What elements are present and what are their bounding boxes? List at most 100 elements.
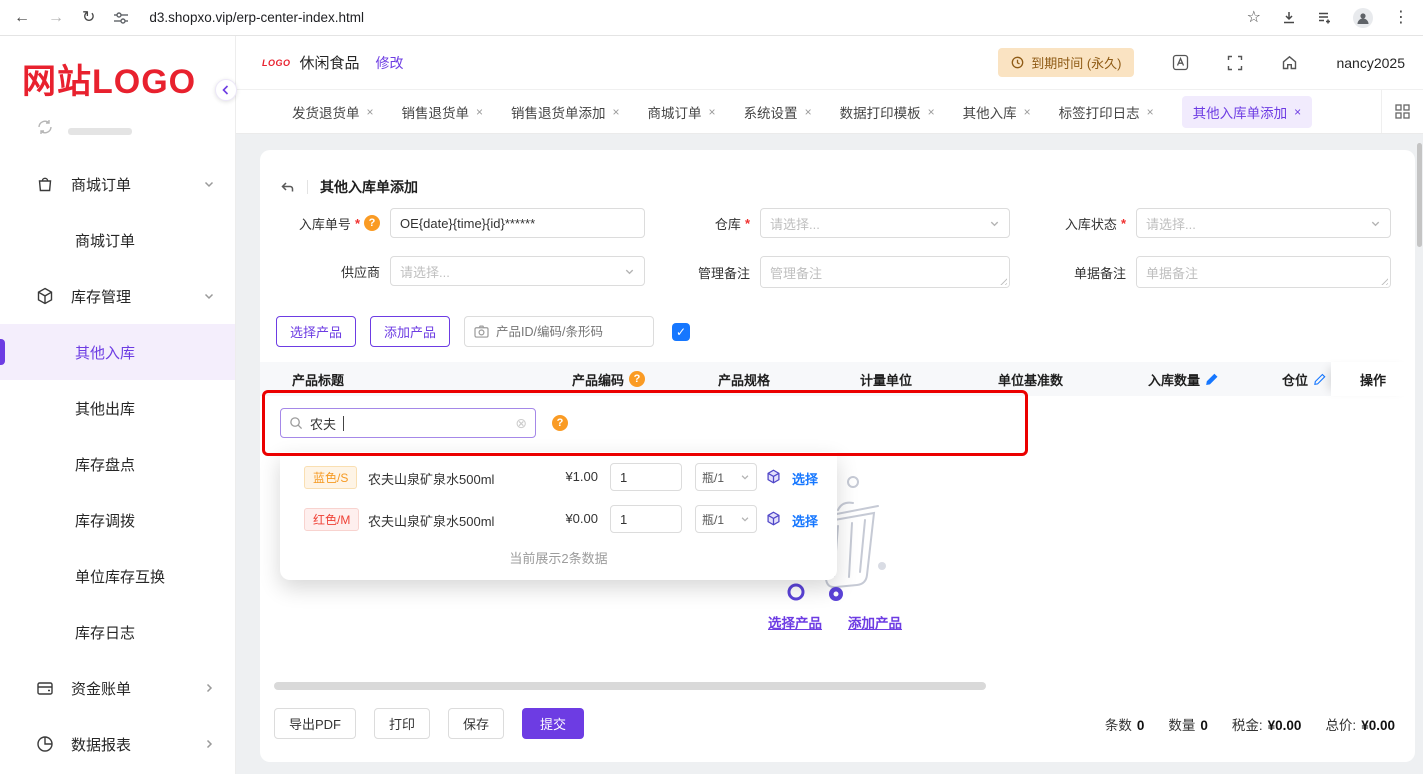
tab-close-icon[interactable]: × bbox=[476, 105, 483, 119]
username[interactable]: nancy2025 bbox=[1336, 55, 1405, 71]
submit-button[interactable]: 提交 bbox=[522, 708, 585, 739]
sidebar-item-stock-log[interactable]: 库存日志 bbox=[0, 604, 235, 660]
tab-item[interactable]: 销售退货单添加 × bbox=[511, 102, 620, 122]
empty-select-product-link[interactable]: 选择产品 bbox=[768, 612, 822, 632]
site-info-icon[interactable] bbox=[113, 10, 129, 26]
product-search-input[interactable]: 农夫 ⊗ bbox=[280, 408, 536, 438]
store-edit-link[interactable]: 修改 bbox=[376, 53, 404, 73]
quantity-input[interactable] bbox=[610, 463, 682, 491]
empty-add-product-link[interactable]: 添加产品 bbox=[848, 612, 902, 632]
divider bbox=[307, 180, 308, 194]
vertical-scrollbar[interactable] bbox=[1417, 143, 1422, 247]
select-product-button[interactable]: 选择产品 bbox=[276, 316, 357, 347]
home-icon[interactable] bbox=[1281, 54, 1298, 71]
tab-item[interactable]: 商城订单 × bbox=[648, 102, 716, 122]
help-icon[interactable]: ? bbox=[629, 371, 646, 387]
sidebar-item-funds-bill[interactable]: 资金账单 bbox=[0, 660, 235, 716]
unit-value: 瓶/1 bbox=[702, 512, 725, 527]
admin-note-textarea[interactable] bbox=[760, 256, 1010, 288]
scan-mode-checkbox[interactable]: ✓ bbox=[672, 322, 691, 341]
profile-avatar-icon[interactable] bbox=[1353, 7, 1373, 28]
url-text[interactable]: d3.shopxo.vip/erp-center-index.html bbox=[149, 10, 1228, 25]
product-cube-icon bbox=[766, 511, 781, 526]
sidebar-item-mall-order-sub[interactable]: 商城订单 bbox=[0, 212, 235, 268]
tab-label: 其他入库单添加 bbox=[1192, 105, 1288, 121]
tab-close-icon[interactable]: × bbox=[613, 105, 620, 119]
required-asterisk: * bbox=[744, 215, 750, 231]
tab-item[interactable]: 发货退货单 × bbox=[292, 102, 374, 122]
download-icon[interactable] bbox=[1281, 10, 1297, 26]
tab-close-icon[interactable]: × bbox=[928, 105, 935, 119]
unit-select[interactable]: 瓶/1 bbox=[695, 505, 757, 533]
horizontal-scrollbar[interactable] bbox=[274, 682, 986, 690]
sidebar-item-stock-transfer[interactable]: 库存调拨 bbox=[0, 492, 235, 548]
edit-pencil-icon[interactable] bbox=[1313, 373, 1326, 386]
add-product-button[interactable]: 添加产品 bbox=[370, 316, 451, 347]
inbound-status-select[interactable]: 请选择... bbox=[1136, 208, 1391, 238]
warehouse-select[interactable]: 请选择... bbox=[760, 208, 1010, 238]
print-button[interactable]: 打印 bbox=[374, 708, 431, 739]
tab-close-icon[interactable]: × bbox=[1147, 105, 1154, 119]
doc-note-textarea[interactable] bbox=[1136, 256, 1391, 288]
quantity-input[interactable] bbox=[610, 505, 682, 533]
save-button[interactable]: 保存 bbox=[448, 708, 505, 739]
tab-list-icon[interactable] bbox=[1381, 90, 1423, 133]
tab-item-active[interactable]: 其他入库单添加 × bbox=[1181, 95, 1313, 128]
tab-item[interactable]: 标签打印日志 × bbox=[1059, 102, 1154, 122]
clear-icon[interactable]: ⊗ bbox=[515, 415, 527, 432]
select-product-link[interactable]: 选择 bbox=[792, 469, 818, 488]
app-logo: 网站LOGO bbox=[0, 36, 235, 120]
field-label: 管理备注 bbox=[697, 265, 750, 281]
tab-item[interactable]: 系统设置 × bbox=[744, 102, 812, 122]
chevron-down-icon bbox=[1371, 221, 1380, 226]
tab-item[interactable]: 销售退货单 × bbox=[402, 102, 484, 122]
field-label: 入库状态 bbox=[1064, 216, 1117, 232]
order-no-input[interactable] bbox=[390, 208, 645, 238]
sidebar-item-clipped[interactable] bbox=[0, 120, 235, 136]
unit-select[interactable]: 瓶/1 bbox=[695, 463, 757, 491]
select-product-link[interactable]: 选择 bbox=[792, 511, 818, 530]
store-name: 休闲食品 bbox=[299, 55, 360, 72]
edit-pencil-icon[interactable] bbox=[1205, 373, 1218, 386]
sidebar-item-stock-check[interactable]: 库存盘点 bbox=[0, 436, 235, 492]
tab-item[interactable]: 其他入库 × bbox=[963, 102, 1031, 122]
column-header: 仓位 bbox=[1282, 362, 1326, 396]
sidebar-item-other-outbound[interactable]: 其他出库 bbox=[0, 380, 235, 436]
spec-tag: 蓝色/S bbox=[304, 466, 358, 489]
product-name: 农夫山泉矿泉水500ml bbox=[368, 472, 495, 487]
forward-icon[interactable]: → bbox=[48, 9, 64, 26]
scan-code-input[interactable] bbox=[496, 324, 645, 339]
product-cube-icon bbox=[766, 469, 781, 484]
language-icon[interactable] bbox=[1172, 54, 1189, 71]
sidebar-item-mall-order[interactable]: 商城订单 bbox=[0, 156, 235, 212]
bookmark-star-icon[interactable]: ☆ bbox=[1247, 9, 1261, 26]
back-icon[interactable]: ← bbox=[14, 9, 30, 26]
export-pdf-button[interactable]: 导出PDF bbox=[274, 708, 357, 739]
tab-label: 其他入库 bbox=[962, 105, 1017, 121]
stat-total: 总价: ¥0.00 bbox=[1325, 717, 1395, 733]
sidebar-item-other-inbound[interactable]: 其他入库 bbox=[0, 324, 235, 380]
help-icon[interactable]: ? bbox=[552, 415, 568, 431]
sidebar-item-inventory-mgmt[interactable]: 库存管理 bbox=[0, 268, 235, 324]
tab-item[interactable]: 数据打印模板 × bbox=[840, 102, 935, 122]
tab-close-icon[interactable]: × bbox=[1024, 105, 1031, 119]
help-icon[interactable]: ? bbox=[364, 215, 380, 231]
chevron-down-icon bbox=[741, 517, 749, 522]
sidebar-collapse-button[interactable] bbox=[215, 79, 237, 101]
column-header: 单位基准数 bbox=[998, 372, 1064, 388]
supplier-select[interactable]: 请选择... bbox=[390, 256, 645, 286]
tab-close-icon[interactable]: × bbox=[367, 105, 374, 119]
tab-close-icon[interactable]: × bbox=[805, 105, 812, 119]
sidebar-item-data-report[interactable]: 数据报表 bbox=[0, 716, 235, 772]
refresh-icon[interactable]: ↻ bbox=[82, 9, 95, 26]
expire-badge: 到期时间 (永久) bbox=[998, 48, 1135, 77]
form-card: 其他入库单添加 入库单号 * ? 仓库 * bbox=[260, 150, 1415, 762]
tab-close-icon[interactable]: × bbox=[1294, 105, 1301, 119]
browser-menu-icon[interactable]: ⋮ bbox=[1393, 9, 1409, 26]
fullscreen-icon[interactable] bbox=[1227, 55, 1243, 71]
sidebar-item-unit-stock-swap[interactable]: 单位库存互换 bbox=[0, 548, 235, 604]
tab-close-icon[interactable]: × bbox=[709, 105, 716, 119]
tab-label: 商城订单 bbox=[647, 105, 702, 121]
back-icon[interactable] bbox=[280, 180, 295, 194]
reading-list-icon[interactable] bbox=[1317, 10, 1333, 26]
